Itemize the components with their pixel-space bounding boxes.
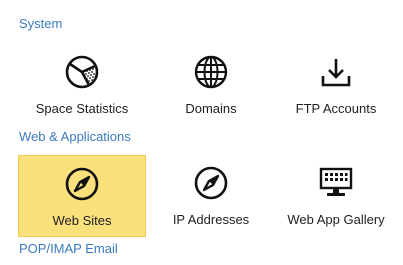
tile-label: Domains xyxy=(185,101,237,116)
tile-label: FTP Accounts xyxy=(295,101,377,116)
tile-ftp-accounts[interactable]: FTP Accounts xyxy=(272,44,400,126)
section-title-pop-imap-email: POP/IMAP Email xyxy=(19,241,118,256)
compass-icon xyxy=(193,165,229,201)
tile-web-app-gallery[interactable]: Web App Gallery xyxy=(272,155,400,237)
tile-web-sites[interactable]: Web Sites xyxy=(18,155,146,237)
section-title-system: System xyxy=(19,16,63,31)
download-icon xyxy=(318,54,354,90)
tile-label: Web App Gallery xyxy=(287,212,385,227)
globe-icon xyxy=(193,54,229,90)
tile-space-statistics[interactable]: Space Statistics xyxy=(18,44,146,126)
tile-label: Space Statistics xyxy=(35,101,129,116)
tile-label: IP Addresses xyxy=(172,212,250,227)
tile-ip-addresses[interactable]: IP Addresses xyxy=(147,155,275,237)
keyboard-icon xyxy=(318,165,354,201)
tile-domains[interactable]: Domains xyxy=(147,44,275,126)
compass-icon xyxy=(64,166,100,202)
section-title-web-applications: Web & Applications xyxy=(19,129,131,144)
pie-chart-icon xyxy=(64,54,100,90)
tile-label: Web Sites xyxy=(52,213,112,228)
